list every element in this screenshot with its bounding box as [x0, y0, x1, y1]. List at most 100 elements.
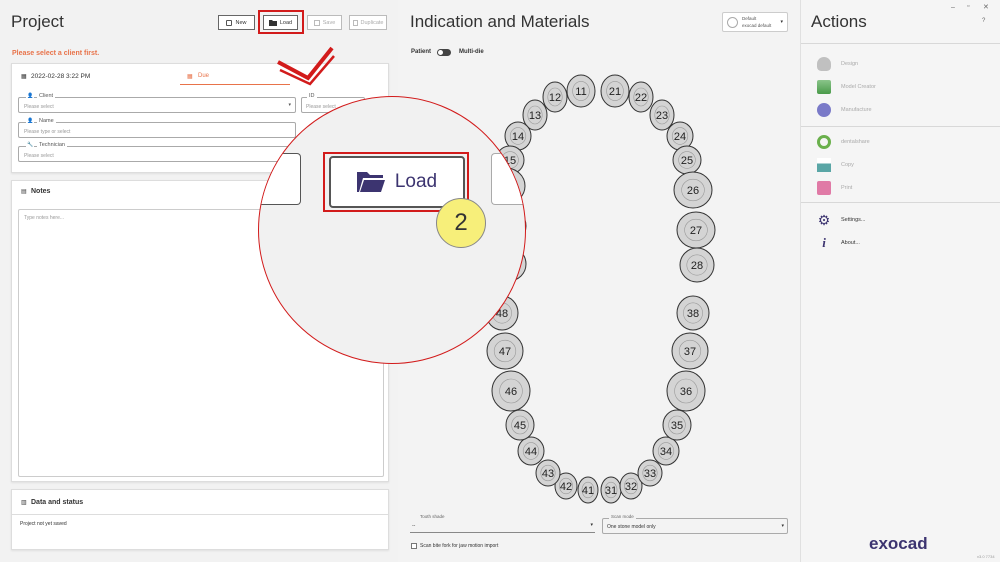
tooth-number: 42: [560, 481, 572, 493]
zoom-load-label: Load: [394, 171, 438, 192]
tooth-number: 46: [505, 386, 517, 398]
load-highlight-box: [258, 10, 304, 34]
manufacture-icon: [817, 103, 831, 117]
tooth-22[interactable]: 22: [628, 81, 654, 113]
notes-title: Notes: [31, 188, 51, 195]
exocad-logo: exocad: [869, 534, 928, 553]
action-dentalshare[interactable]: dentalshare: [817, 132, 870, 152]
technician-placeholder: Please select: [24, 153, 54, 159]
tooth-number: 33: [644, 468, 656, 480]
tooth-number: 11: [575, 86, 586, 98]
client-label: Client: [37, 93, 56, 99]
tooth-shade-value: --: [412, 523, 416, 529]
tooth-27[interactable]: 27: [676, 211, 716, 249]
tooth-shade-select[interactable]: -- ▾: [410, 519, 595, 533]
scan-mode-select[interactable]: One stone model only ▾: [602, 518, 788, 534]
tooth-35[interactable]: 35: [662, 409, 692, 441]
scan-bite-checkbox[interactable]: [411, 543, 417, 549]
close-icon[interactable]: ✕: [983, 3, 989, 11]
tooth-number: 44: [525, 446, 537, 458]
step-number-badge: 2: [436, 198, 486, 248]
action-print[interactable]: Print: [817, 178, 852, 198]
notes-placeholder: Type notes here...: [24, 215, 65, 221]
action-copy[interactable]: Copy: [817, 155, 854, 175]
due-date[interactable]: Due: [198, 73, 209, 79]
actions-divider-top: [801, 43, 1000, 44]
tooth-41[interactable]: 41: [577, 476, 599, 504]
action-about[interactable]: i About...: [817, 233, 860, 253]
duplicate-icon: [352, 19, 358, 26]
tooth-number: 24: [674, 131, 686, 143]
tooth-43[interactable]: 43: [535, 459, 561, 487]
restore-icon[interactable]: ▫: [967, 3, 969, 10]
action-design[interactable]: Design: [817, 54, 858, 74]
client-warning: Please select a client first.: [12, 50, 100, 57]
save-button[interactable]: Save: [307, 15, 342, 30]
actions-divider-1: [801, 126, 1000, 127]
name-person-icon: 👤: [26, 118, 35, 124]
tooth-23[interactable]: 23: [649, 99, 675, 131]
zoom-new-button-fragment: [259, 153, 301, 205]
model-creator-icon: [817, 80, 831, 94]
tooth-45[interactable]: 45: [505, 409, 535, 441]
action-manufacture[interactable]: Manufacture: [817, 100, 872, 120]
due-calendar-icon: ▦: [187, 74, 193, 80]
minimize-icon[interactable]: –: [951, 4, 955, 11]
tooth-31[interactable]: 31: [600, 476, 622, 504]
tooth-number: 37: [684, 346, 696, 358]
id-label: ID: [307, 93, 317, 99]
action-copy-label: Copy: [841, 162, 854, 168]
tooth-shade-dropdown-icon: ▾: [590, 522, 593, 528]
wrench-icon: 🔧: [26, 142, 35, 148]
tooth-11[interactable]: 11: [566, 74, 596, 108]
gear-icon: ⚙: [817, 212, 831, 228]
action-settings[interactable]: ⚙ Settings...: [817, 210, 866, 230]
tooth-number: 25: [681, 155, 693, 167]
action-model-creator[interactable]: Model Creator: [817, 77, 876, 97]
technician-label: Technician: [37, 142, 67, 148]
duplicate-button-label: Duplicate: [360, 19, 384, 26]
project-title: Project: [11, 12, 64, 31]
tooth-44[interactable]: 44: [517, 436, 545, 466]
tooth-26[interactable]: 26: [673, 171, 713, 209]
tooth-12[interactable]: 12: [542, 81, 568, 113]
tooth-46[interactable]: 46: [491, 370, 531, 412]
name-placeholder: Please type or select: [24, 129, 71, 135]
tooth-25[interactable]: 25: [672, 145, 702, 175]
zoom-save-button-fragment: [491, 153, 525, 205]
tooth-number: 38: [687, 308, 699, 320]
tooth-38[interactable]: 38: [676, 295, 710, 331]
tooth-number: 21: [609, 86, 621, 98]
action-dentalshare-label: dentalshare: [841, 139, 870, 145]
data-status-card: ▥ Data and status Project not yet saved: [11, 489, 389, 550]
tooth-21[interactable]: 21: [600, 74, 630, 108]
client-dropdown-icon[interactable]: ▾: [288, 102, 291, 108]
action-manufacture-label: Manufacture: [841, 107, 872, 113]
version-label: v3.0 7734: [977, 554, 995, 559]
zoom-folder-icon: [356, 172, 385, 192]
new-button[interactable]: New: [218, 15, 255, 30]
action-print-label: Print: [841, 185, 853, 191]
name-field[interactable]: Please type or select: [18, 122, 296, 138]
tooth-34[interactable]: 34: [652, 436, 680, 466]
tooth-number: 45: [514, 420, 526, 432]
tooth-33[interactable]: 33: [637, 459, 663, 487]
tooth-number: 36: [680, 386, 692, 398]
zoom-load-button: Load: [329, 156, 465, 208]
info-icon: i: [822, 235, 826, 250]
tooth-36[interactable]: 36: [666, 370, 706, 412]
project-date[interactable]: 2022-02-28 3:22 PM: [31, 73, 90, 80]
technician-field[interactable]: Please select: [18, 146, 296, 162]
person-icon: 👤: [26, 93, 35, 99]
tooth-number: 35: [671, 420, 683, 432]
tooth-47[interactable]: 47: [486, 332, 524, 370]
tooth-number: 34: [660, 446, 672, 458]
notes-icon: ▤: [21, 189, 27, 195]
calendar-icon: ▦: [21, 74, 27, 80]
help-icon[interactable]: ?: [982, 18, 985, 24]
client-field[interactable]: Please select ▾: [18, 97, 296, 113]
tooth-37[interactable]: 37: [671, 332, 709, 370]
tooth-28[interactable]: 28: [679, 247, 715, 283]
pointer-chevron-annotation: [277, 46, 335, 86]
duplicate-button[interactable]: Duplicate: [349, 15, 387, 30]
